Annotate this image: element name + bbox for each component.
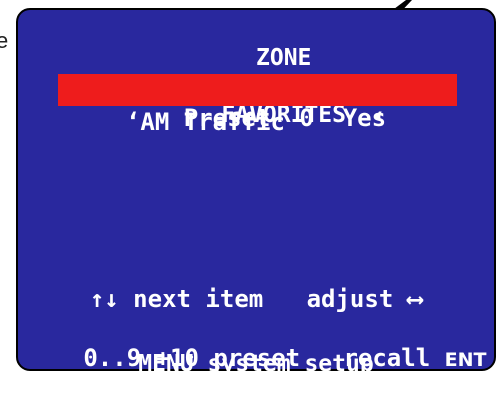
help-navigation-line: ↑↓ next item adjust ⟷ [89,285,423,313]
zone-favorites-screen: ZONE 1 FAVORITES Preset 0 Yes ‘AM Traffi… [16,8,496,377]
help-menu-line: MENU system setup [138,351,374,377]
station-name[interactable]: ‘AM Traffic ‘ [18,108,494,136]
